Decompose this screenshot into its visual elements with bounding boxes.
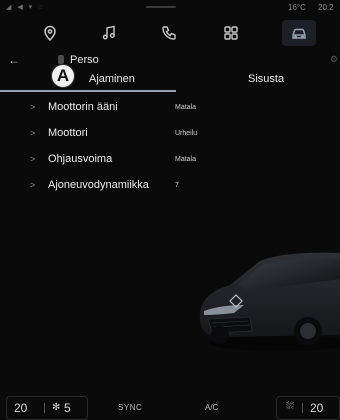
tab-ajaminen[interactable]: Ajaminen [0, 70, 176, 92]
divider [302, 403, 303, 413]
status-notch [146, 6, 176, 8]
ac-button[interactable]: A/C [205, 403, 218, 412]
page-title: Perso [70, 54, 99, 66]
climate-bar: 20 ✻ 5 SYNC A/C ⛆ 20 [0, 396, 340, 420]
vehicle-illustration [199, 252, 340, 351]
chevron-right-icon: > [30, 154, 36, 164]
divider [44, 403, 45, 413]
gear-icon[interactable]: ⚙ [330, 54, 338, 65]
chevron-right-icon: > [30, 180, 36, 190]
car-icon[interactable] [282, 20, 316, 46]
status-bar: ◢ ◀ ▾ ◌ 16°C 20:2 [0, 0, 340, 14]
clock: 20:2 [318, 3, 334, 12]
setting-label: Ohjausvoima [48, 153, 113, 165]
music-icon[interactable] [92, 20, 126, 46]
outside-temperature: 16°C [288, 3, 306, 12]
setting-value: 7 [175, 182, 179, 189]
profile-icon [58, 55, 64, 64]
seat-heating-icon[interactable]: ⛆ [286, 401, 294, 412]
apps-icon[interactable] [214, 20, 248, 46]
callout-marker: A [51, 64, 75, 88]
sync-button[interactable]: SYNC [118, 403, 142, 412]
setting-value: Matala [175, 156, 197, 163]
chevron-right-icon: > [30, 102, 36, 112]
settings-list: > Moottorin ääni Matala > Moottori Urhei… [0, 96, 340, 200]
list-item[interactable]: > Ajoneuvodynamiikka 7 [0, 174, 340, 200]
header: ← Perso ⚙ [0, 52, 340, 68]
list-item[interactable]: > Moottorin ääni Matala [0, 96, 340, 122]
tab-sisusta[interactable]: Sisusta [176, 70, 340, 90]
fan-level[interactable]: 5 [64, 401, 71, 415]
driver-temperature[interactable]: 20 [14, 401, 27, 415]
setting-value: Urheilu [175, 130, 198, 137]
tab-label: Sisusta [248, 73, 285, 85]
list-item[interactable]: > Ohjausvoima Matala [0, 148, 340, 174]
setting-label: Moottori [48, 127, 88, 139]
setting-label: Ajoneuvodynamiikka [48, 179, 149, 191]
back-arrow-icon[interactable]: ← [8, 53, 20, 67]
top-navigation [0, 16, 340, 50]
setting-label: Moottorin ääni [48, 101, 118, 113]
status-icons: ◢ ◀ ▾ ◌ [6, 4, 45, 11]
chevron-right-icon: > [30, 128, 36, 138]
tab-label: Ajaminen [89, 73, 135, 85]
fan-icon[interactable]: ✻ [52, 402, 60, 413]
passenger-temperature[interactable]: 20 [310, 401, 323, 415]
setting-value: Matala [175, 104, 197, 111]
list-item[interactable]: > Moottori Urheilu [0, 122, 340, 148]
phone-icon[interactable] [152, 20, 186, 46]
navigation-icon[interactable] [33, 20, 67, 46]
